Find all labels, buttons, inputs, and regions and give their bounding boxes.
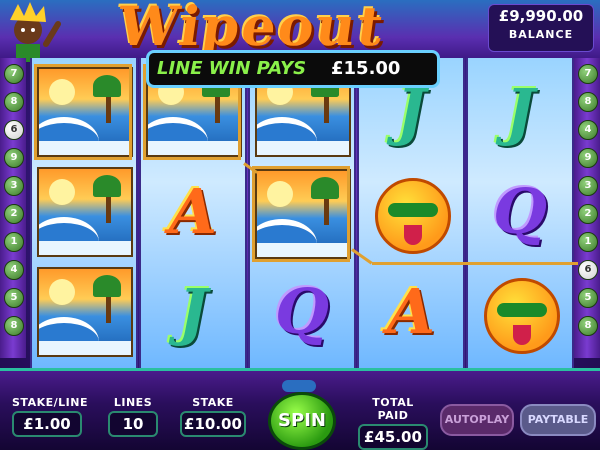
line-marker-left[interactable]: 6 bbox=[4, 120, 24, 140]
line-win-label: LINE WIN PAYS bbox=[157, 58, 307, 79]
mascot-icon bbox=[10, 2, 61, 62]
line-marker-right[interactable]: 6 bbox=[578, 260, 598, 280]
reel-symbol bbox=[34, 264, 133, 362]
line-marker-left[interactable]: 8 bbox=[4, 92, 24, 112]
line-marker-right[interactable]: 4 bbox=[578, 120, 598, 140]
balance-label: BALANCE bbox=[508, 28, 574, 41]
reel-area: AJQJAJQ bbox=[30, 58, 574, 368]
reel-3: Q bbox=[248, 58, 356, 368]
line-win-banner: LINE WIN PAYS £15.00 bbox=[146, 50, 440, 88]
lines-label: LINES bbox=[113, 396, 153, 409]
brand-badge-icon bbox=[282, 380, 316, 392]
letter-symbol-a: A bbox=[168, 175, 218, 248]
sun-symbol-icon bbox=[484, 278, 560, 354]
line-marker-right[interactable]: 3 bbox=[578, 176, 598, 196]
reel-symbol bbox=[361, 164, 459, 262]
reel-5: JQ bbox=[466, 58, 574, 368]
reel-4: JA bbox=[357, 58, 465, 368]
reel-symbol: J bbox=[470, 64, 568, 162]
line-marker-right[interactable]: 9 bbox=[578, 148, 598, 168]
lines-field[interactable]: LINES 10 bbox=[108, 396, 158, 437]
letter-symbol-j: J bbox=[505, 75, 535, 148]
reel-symbol: A bbox=[143, 164, 241, 262]
reel-symbol: Q bbox=[252, 264, 350, 362]
stake-per-line-value[interactable]: £1.00 bbox=[12, 411, 82, 437]
line-marker-right[interactable]: 2 bbox=[578, 204, 598, 224]
reel-symbol bbox=[34, 64, 133, 162]
paytable-button[interactable]: PAYTABLE bbox=[520, 404, 596, 436]
reel-symbol bbox=[34, 164, 133, 262]
spin-button[interactable]: SPIN bbox=[268, 392, 336, 450]
line-marker-left[interactable]: 3 bbox=[4, 176, 24, 196]
total-paid-field: TOTAL PAID £45.00 bbox=[358, 396, 428, 450]
reel-symbol: Q bbox=[470, 164, 568, 262]
line-marker-left[interactable]: 7 bbox=[4, 64, 24, 84]
line-marker-right[interactable]: 1 bbox=[578, 232, 598, 252]
reel-symbol: J bbox=[143, 264, 241, 362]
letter-symbol-j: J bbox=[178, 275, 208, 348]
balance-display: £9,990.00 BALANCE bbox=[488, 4, 594, 52]
line-marker-left[interactable]: 5 bbox=[4, 288, 24, 308]
stake-label: STAKE bbox=[192, 396, 234, 409]
total-paid-label: TOTAL PAID bbox=[372, 396, 414, 422]
stake-per-line-label: STAKE/LINE bbox=[12, 396, 88, 409]
stake-per-line-field[interactable]: STAKE/LINE £1.00 bbox=[12, 396, 88, 437]
stake-value: £10.00 bbox=[180, 411, 246, 437]
reel-1 bbox=[30, 58, 138, 368]
lines-value[interactable]: 10 bbox=[108, 411, 158, 437]
line-marker-right[interactable]: 5 bbox=[578, 288, 598, 308]
total-paid-value: £45.00 bbox=[358, 424, 428, 450]
autoplay-button[interactable]: AUTOPLAY bbox=[440, 404, 514, 436]
sun-symbol-icon bbox=[375, 178, 451, 254]
slot-game-screen: Wipeout £9,990.00 BALANCE 7869321458 784… bbox=[0, 0, 600, 450]
line-marker-left[interactable]: 4 bbox=[4, 260, 24, 280]
line-marker-left[interactable]: 9 bbox=[4, 148, 24, 168]
letter-symbol-q: Q bbox=[274, 275, 329, 348]
reel-symbol bbox=[470, 264, 568, 362]
reel-2: AJ bbox=[139, 58, 247, 368]
reel-symbol bbox=[252, 166, 351, 264]
letter-symbol-a: A bbox=[386, 275, 436, 348]
line-marker-left[interactable]: 1 bbox=[4, 232, 24, 252]
line-marker-right[interactable]: 7 bbox=[578, 64, 598, 84]
winning-symbol-frame bbox=[252, 166, 350, 262]
win-payline-segment bbox=[372, 262, 578, 265]
winning-symbol-frame bbox=[34, 64, 132, 160]
wave-symbol-icon bbox=[37, 267, 133, 357]
line-marker-right[interactable]: 8 bbox=[578, 316, 598, 336]
wave-symbol-icon bbox=[37, 167, 133, 257]
balance-value: £9,990.00 bbox=[498, 7, 584, 25]
stake-field: STAKE £10.00 bbox=[180, 396, 246, 437]
line-win-amount: £15.00 bbox=[331, 58, 401, 79]
letter-symbol-q: Q bbox=[492, 175, 547, 248]
reel-symbol: A bbox=[361, 264, 459, 362]
line-marker-left[interactable]: 2 bbox=[4, 204, 24, 224]
line-marker-left[interactable]: 8 bbox=[4, 316, 24, 336]
line-marker-right[interactable]: 8 bbox=[578, 92, 598, 112]
